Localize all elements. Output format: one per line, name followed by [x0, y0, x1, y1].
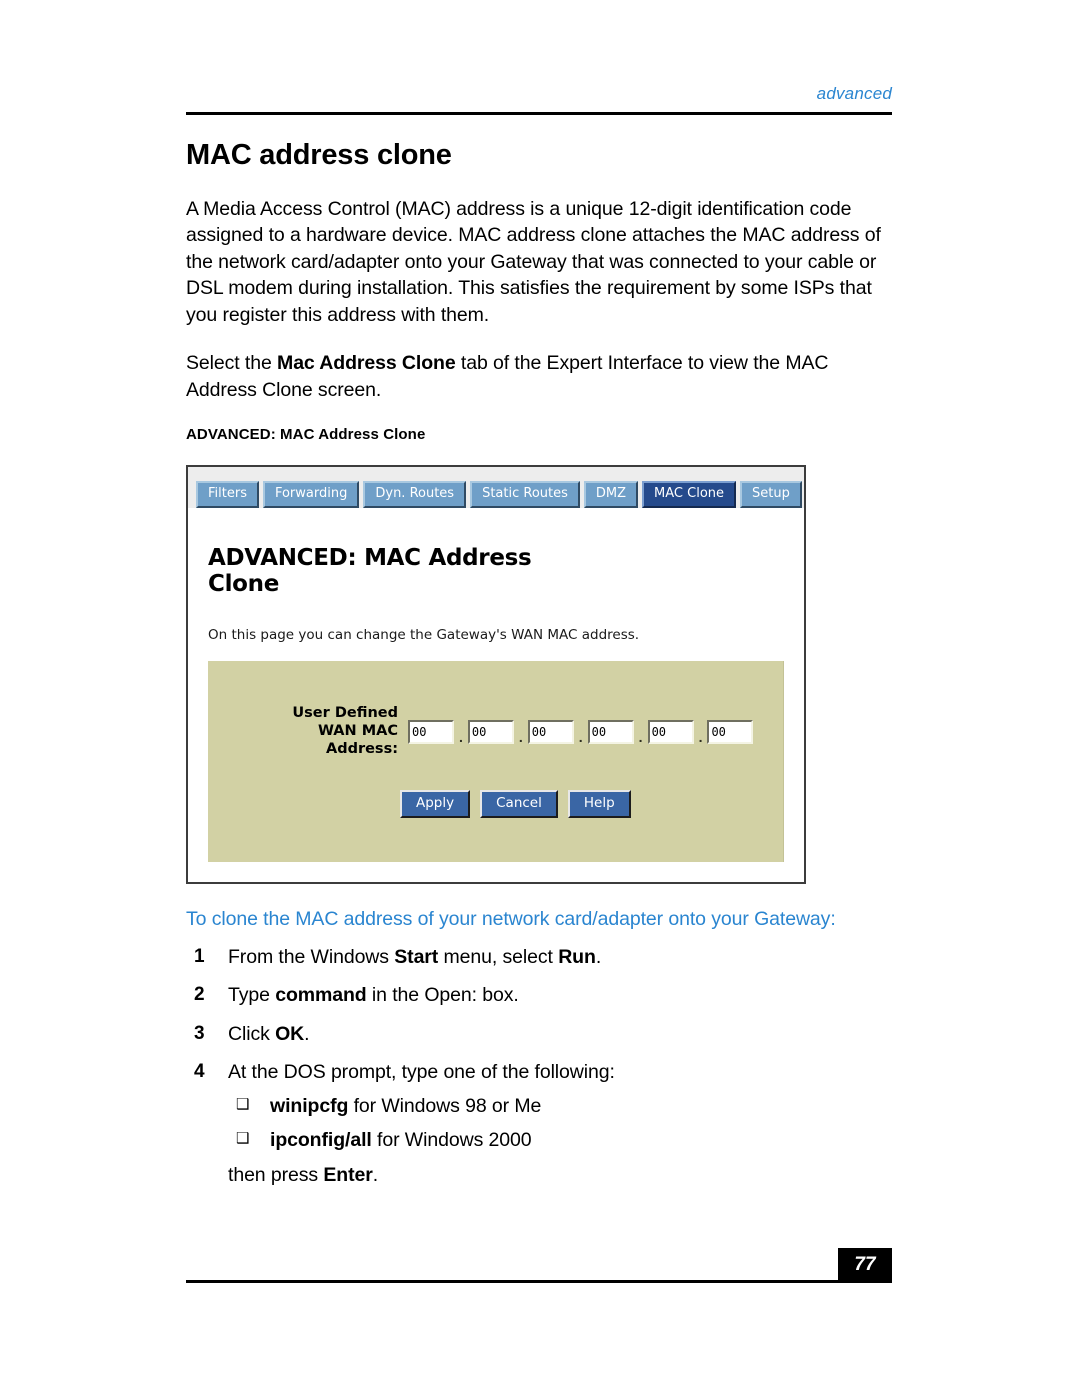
step-number-3: 3: [194, 1022, 205, 1044]
router-page-body: ADVANCED: MAC Address Clone On this page…: [188, 522, 804, 883]
cancel-button[interactable]: Cancel: [480, 790, 558, 819]
sub-item-ipconfig: ❑ ipconfig/all for Windows 2000: [228, 1128, 892, 1153]
intro-paragraph-1: A Media Access Control (MAC) address is …: [186, 197, 881, 326]
help-button[interactable]: Help: [567, 790, 631, 819]
octet-separator-5: .: [698, 728, 703, 745]
procedure-step-1: 1 From the Windows Start menu, select Run…: [186, 945, 892, 970]
mac-octet-input-4[interactable]: 00: [587, 719, 634, 744]
tab-filters[interactable]: Filters: [196, 480, 259, 508]
router-tabs: Filters Forwarding Dyn. Routes Static Ro…: [188, 480, 804, 508]
mac-octet-input-5[interactable]: 00: [647, 719, 694, 744]
intro-2-bold: Mac Address Clone: [277, 352, 456, 375]
sub-item-1-command: winipcfg: [270, 1094, 349, 1117]
running-header: advanced: [186, 84, 892, 118]
octet-separator-4: .: [638, 728, 643, 745]
step-4-text: At the DOS prompt, type one of the follo…: [228, 1061, 615, 1084]
step-2-bold-command: command: [275, 984, 367, 1007]
field-label-line-1: User Defined: [292, 705, 398, 722]
field-label-line-2: WAN MAC Address:: [317, 722, 398, 757]
router-page-description: On this page you can change the Gateway'…: [208, 627, 640, 644]
step-number-1: 1: [194, 946, 205, 968]
sub-item-winipcfg: ❑ winipcfg for Windows 98 or Me: [228, 1094, 892, 1119]
page-footer: 77: [186, 1248, 892, 1288]
content-column: MAC address clone A Media Access Control…: [186, 139, 892, 1202]
router-page-heading: ADVANCED: MAC Address Clone: [208, 544, 532, 597]
mac-octet-input-1[interactable]: 00: [408, 719, 454, 744]
form-button-row: Apply Cancel Help: [208, 790, 783, 819]
step-1-before: From the Windows: [228, 946, 395, 969]
step-3-middle: .: [304, 1022, 310, 1045]
page-title: MAC address clone: [186, 139, 452, 171]
step-number-4: 4: [194, 1061, 205, 1083]
footer-divider: [186, 1280, 892, 1283]
intro-2-before: Select the: [186, 352, 278, 375]
intro-paragraph-2: Select the Mac Address Clone tab of the …: [186, 350, 892, 403]
mac-octet-input-2[interactable]: 00: [467, 719, 514, 744]
octet-separator-2: .: [518, 728, 523, 745]
section-label: advanced: [816, 84, 892, 103]
octet-separator-1: .: [459, 728, 463, 745]
procedure-lead-in: To clone the MAC address of your network…: [186, 908, 836, 931]
step-1-bold-run: Run: [558, 946, 596, 969]
wan-mac-field-label: User Defined WAN MAC Address:: [266, 705, 398, 758]
square-bullet-icon: ❑: [236, 1095, 250, 1113]
page-number-badge: 77: [838, 1248, 892, 1282]
step-1-middle: menu, select: [438, 946, 559, 969]
step-4-tail: then press Enter.: [228, 1163, 892, 1188]
header-divider: [186, 112, 892, 115]
procedure-step-2: 2 Type command in the Open: box.: [186, 983, 892, 1008]
tab-static-routes[interactable]: Static Routes: [470, 480, 580, 508]
sub-item-2-rest: for Windows 2000: [371, 1128, 532, 1151]
step-2-middle: in the Open: box.: [366, 984, 519, 1007]
step-1-bold-start: Start: [394, 946, 439, 969]
tab-dmz[interactable]: DMZ: [583, 480, 639, 508]
router-screenshot: Filters Forwarding Dyn. Routes Static Ro…: [186, 464, 806, 885]
procedure-step-3: 3 Click OK.: [186, 1022, 892, 1047]
figure-caption: ADVANCED: MAC Address Clone: [186, 425, 426, 443]
tab-setup[interactable]: Setup: [740, 480, 802, 508]
step-4-sub-list: ❑ winipcfg for Windows 98 or Me ❑ ipconfig…: [228, 1094, 892, 1154]
mac-octet-input-6[interactable]: 00: [707, 719, 754, 744]
octet-separator-3: .: [578, 728, 583, 745]
tail-before: then press: [228, 1164, 324, 1187]
step-number-2: 2: [194, 984, 205, 1006]
tab-mac-clone[interactable]: MAC Clone: [642, 480, 737, 508]
procedure-step-4: 4 At the DOS prompt, type one of the foll…: [186, 1060, 892, 1188]
tail-after: .: [372, 1164, 379, 1187]
document-page: advanced MAC address clone A Media Acces…: [0, 0, 1080, 1397]
router-tab-bar: Filters Forwarding Dyn. Routes Static Ro…: [188, 466, 804, 523]
mac-octet-input-3[interactable]: 00: [527, 719, 574, 744]
sub-item-2-command: ipconfig/all: [270, 1128, 372, 1151]
tab-dyn-routes[interactable]: Dyn. Routes: [363, 480, 467, 508]
tail-bold-enter: Enter: [323, 1164, 373, 1187]
step-3-bold-ok: OK: [275, 1022, 305, 1045]
mac-address-form-panel: User Defined WAN MAC Address: 00 . 00 . …: [208, 661, 784, 863]
sub-item-1-rest: for Windows 98 or Me: [348, 1094, 542, 1117]
square-bullet-icon: ❑: [236, 1129, 250, 1147]
tab-bar-underline: [188, 507, 804, 522]
apply-button[interactable]: Apply: [400, 790, 471, 819]
step-2-before: Type: [228, 984, 276, 1007]
step-3-before: Click: [228, 1022, 276, 1045]
step-1-after: .: [595, 946, 602, 969]
wan-mac-field-row: User Defined WAN MAC Address: 00 . 00 . …: [208, 705, 783, 758]
procedure-step-list: 1 From the Windows Start menu, select Run…: [186, 945, 892, 1188]
mac-octet-group: 00 . 00 . 00 . 00 . 00 . 00: [408, 719, 754, 745]
tab-forwarding[interactable]: Forwarding: [262, 480, 360, 508]
